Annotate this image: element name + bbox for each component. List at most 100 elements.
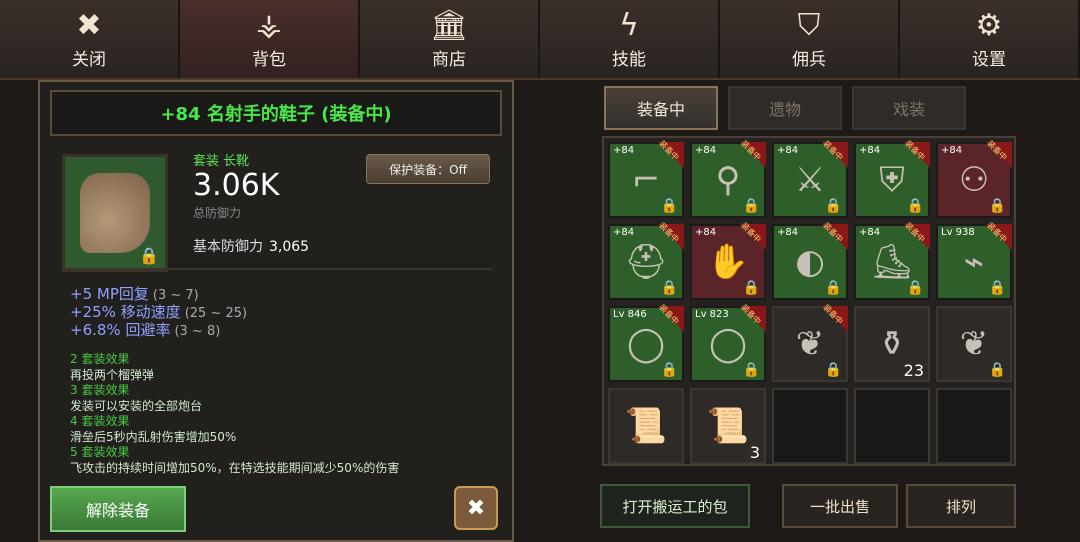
item-level: +84 <box>859 145 881 156</box>
item-icon: 📜 <box>624 406 668 446</box>
item-icon: ⛨ <box>879 160 905 200</box>
inventory-slot[interactable]: 📜 <box>608 388 684 464</box>
tab-skill[interactable]: ϟ 技能 <box>540 0 720 78</box>
lock-icon: 🔒 <box>824 362 842 378</box>
inventory-slot[interactable]: ⚲ +84 装备中 🔒 <box>690 139 766 218</box>
item-icon: ⚲ <box>715 160 741 200</box>
item-icon: ⚔ <box>794 160 826 200</box>
item-level: +84 <box>613 145 635 156</box>
inventory-grid: ⌐ +84 装备中 🔒 ⚲ +84 装备中 🔒 ⚔ +84 装备中 🔒 ⛨ +84 装备中 🔒 ⚇ +84 装备中 🔒… <box>602 136 1016 466</box>
set-effect-desc: 飞攻击的持续时间增加50%，在特选技能期间减少50%的伤害 <box>70 460 400 475</box>
lock-icon: 🔒 <box>660 362 678 378</box>
tab-label: 商店 <box>432 49 466 70</box>
open-porter-bag-button[interactable]: 打开搬运工的包 <box>600 484 750 528</box>
item-icon: ⚇ <box>958 160 990 200</box>
tab-mercenary[interactable]: ⛉ 佣兵 <box>720 0 900 78</box>
item-icon: ⌁ <box>963 242 985 282</box>
base-defense-label: 基本防御力 <box>193 239 263 255</box>
set-effect-desc: 发装可以安装的全部炮台 <box>70 398 203 413</box>
set-effect-desc: 再投两个榴弹弹 <box>70 367 155 382</box>
lock-icon: 🔒 <box>742 198 760 214</box>
item-level: +84 <box>695 227 717 238</box>
tab-label: 关闭 <box>72 49 106 70</box>
inventory-slot[interactable]: ✋ +84 装备中 🔒 <box>690 221 766 300</box>
stat-range: (25 ~ 25) <box>184 306 248 321</box>
item-title: +84 名射手的鞋子 (装备中) <box>160 104 392 125</box>
inventory-slot[interactable]: ⚱ 23 <box>854 306 930 382</box>
total-defense-label: 总防御力 <box>193 206 242 220</box>
stat-list: +5 MP回复 (3 ~ 7) +25% 移动速度 (25 ~ 25) +6.8% 回避… <box>70 286 247 340</box>
inventory-slot[interactable]: ◐ +84 装备中 🔒 <box>772 221 848 300</box>
close-detail-button[interactable]: ✖ <box>454 486 498 530</box>
bag-icon: ⚶ <box>256 7 282 43</box>
item-total-defense: 3.06K <box>193 168 280 203</box>
sort-button[interactable]: 排列 <box>906 484 1016 528</box>
stat-line: +5 MP回复 (3 ~ 7) <box>70 286 247 304</box>
inventory-slot[interactable]: 📜 3 <box>690 388 766 464</box>
divider <box>62 268 492 270</box>
close-icon: ✖ <box>76 7 102 43</box>
set-effects: 2 套装效果 再投两个榴弹弹 3 套装效果 发装可以安装的全部炮台 4 套装效果 滑垒后5… <box>70 352 399 476</box>
inventory-tab[interactable]: 装备中 <box>604 86 718 130</box>
gear-icon: ⚙ <box>975 7 1003 43</box>
empty-slot[interactable] <box>854 388 930 464</box>
item-level: +84 <box>695 145 717 156</box>
item-level: +84 <box>941 145 963 156</box>
unequip-button[interactable]: 解除装备 <box>50 486 186 532</box>
tab-label: 技能 <box>612 49 646 70</box>
protect-equipment-toggle[interactable]: 保护装备：Off <box>366 154 490 184</box>
stat-value: +6.8% 回避率 <box>70 321 171 339</box>
empty-slot[interactable] <box>936 388 1012 464</box>
inventory-slot[interactable]: ⛑ +84 装备中 🔒 <box>608 221 684 300</box>
tab-shop[interactable]: 🏛 商店 <box>360 0 540 78</box>
inventory-slot[interactable]: ❦ 装备中 🔒 <box>772 303 848 382</box>
lock-icon: 🔒 <box>824 280 842 296</box>
stat-line: +6.8% 回避率 (3 ~ 8) <box>70 322 247 340</box>
lock-icon: 🔒 <box>988 280 1006 296</box>
inventory-slot[interactable]: ⌁ Lv 938 装备中 🔒 <box>936 221 1012 300</box>
stat-range: (3 ~ 8) <box>174 324 221 339</box>
boot-icon <box>80 173 150 253</box>
set-effect-header: 2 套装效果 <box>70 352 130 366</box>
stat-range: (3 ~ 7) <box>152 288 199 303</box>
inventory-tabs: 装备中 遗物 戏装 <box>604 86 966 130</box>
item-level: +84 <box>613 227 635 238</box>
item-subtype: 套装 长靴 <box>193 154 250 169</box>
item-level: +84 <box>777 227 799 238</box>
inventory-tab[interactable]: 戏装 <box>852 86 966 130</box>
mercenary-icon: ⛉ <box>797 7 821 43</box>
tab-gear[interactable]: ⚙ 设置 <box>900 0 1080 78</box>
lock-icon: 🔒 <box>660 198 678 214</box>
item-title-bar: +84 名射手的鞋子 (装备中) <box>50 90 502 136</box>
item-level: Lv 846 <box>613 309 647 320</box>
inventory-slot[interactable]: ⚔ +84 装备中 🔒 <box>772 139 848 218</box>
item-level: Lv 938 <box>941 227 975 238</box>
stat-value: +5 MP回复 <box>70 285 149 303</box>
inventory-slot[interactable]: ◯ Lv 846 装备中 🔒 <box>608 303 684 382</box>
item-count: 23 <box>903 361 924 380</box>
empty-slot[interactable] <box>772 388 848 464</box>
inventory-slot[interactable]: ⛸ +84 装备中 🔒 <box>854 221 930 300</box>
set-effect-header: 3 套装效果 <box>70 383 130 397</box>
inventory-slot[interactable]: ❦ 🔒 <box>936 306 1012 382</box>
bulk-sell-button[interactable]: 一批出售 <box>782 484 898 528</box>
skill-icon: ϟ <box>619 7 639 43</box>
inventory-slot[interactable]: ◯ Lv 823 装备中 🔒 <box>690 303 766 382</box>
item-count: 3 <box>749 443 760 462</box>
tab-label: 背包 <box>252 49 286 70</box>
tab-close[interactable]: ✖ 关闭 <box>0 0 180 78</box>
item-icon: ◐ <box>795 242 825 282</box>
inventory-slot[interactable]: ⛨ +84 装备中 🔒 <box>854 139 930 218</box>
set-effect-header: 5 套装效果 <box>70 445 130 459</box>
tab-label: 设置 <box>972 49 1006 70</box>
item-detail-panel: +84 名射手的鞋子 (装备中) 🔒 套装 长靴 3.06K 总防御力 基本防御… <box>38 80 514 542</box>
close-icon: ✖ <box>466 495 486 521</box>
tab-bag[interactable]: ⚶ 背包 <box>180 0 360 78</box>
lock-icon: 🔒 <box>906 280 924 296</box>
lock-icon: 🔒 <box>742 280 760 296</box>
inventory-slot[interactable]: ⌐ +84 装备中 🔒 <box>608 139 684 218</box>
stat-value: +25% 移动速度 <box>70 303 181 321</box>
base-defense: 基本防御力 3,065 <box>193 236 309 256</box>
inventory-tab[interactable]: 遗物 <box>728 86 842 130</box>
inventory-slot[interactable]: ⚇ +84 装备中 🔒 <box>936 139 1012 218</box>
